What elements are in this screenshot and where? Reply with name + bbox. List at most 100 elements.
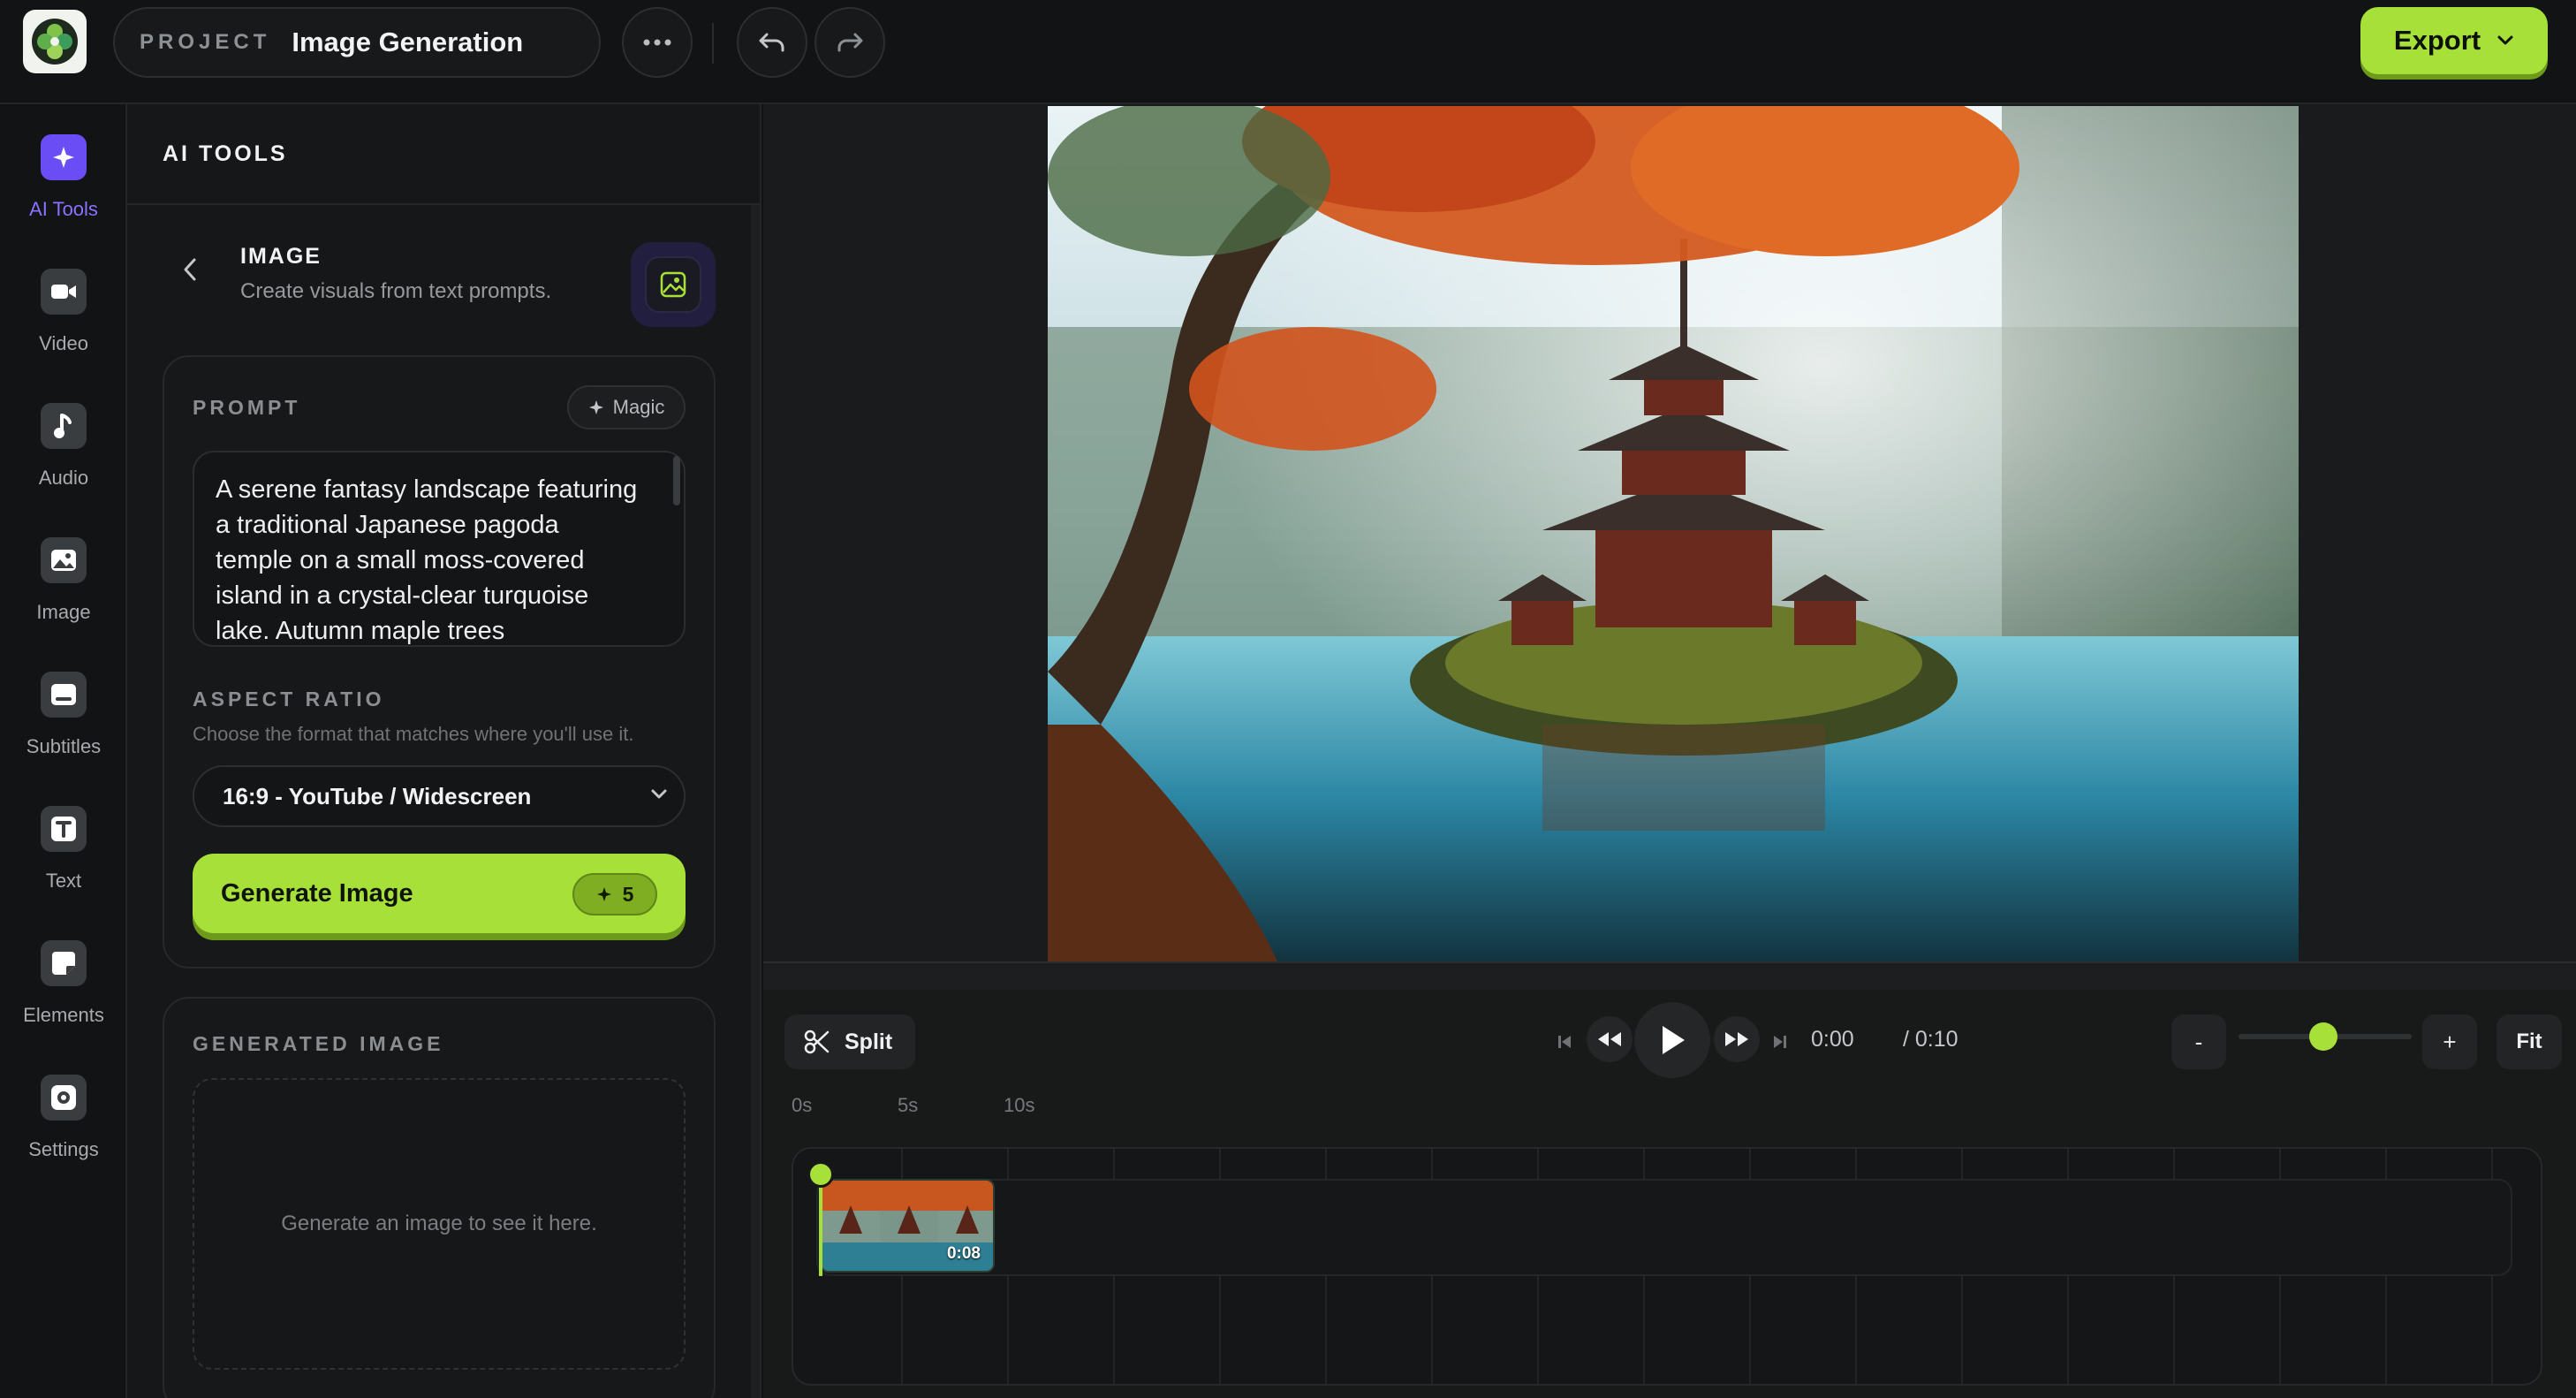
undo-icon — [759, 33, 784, 52]
fit-button[interactable]: Fit — [2496, 1014, 2562, 1069]
generated-image-label: GENERATED IMAGE — [193, 1032, 444, 1055]
aspect-ratio-hint: Choose the format that matches where you… — [193, 723, 634, 745]
skip-to-start-button[interactable] — [1555, 1030, 1574, 1053]
aspect-ratio-select[interactable]: 16:9 - YouTube / Widescreen — [193, 765, 686, 827]
video-clip[interactable]: 0:08 — [820, 1179, 995, 1273]
nav-label: Audio — [38, 467, 89, 489]
project-name: Image Generation — [292, 27, 524, 57]
undo-button[interactable] — [737, 7, 807, 78]
ruler-label: 0s — [792, 1094, 813, 1116]
nav-item-audio[interactable]: Audio — [0, 403, 127, 509]
more-horizontal-icon — [643, 39, 671, 46]
zoom-out-label: - — [2194, 1028, 2203, 1055]
nav-item-ai-tools[interactable]: AI Tools — [0, 134, 127, 240]
nav-label: Settings — [28, 1138, 99, 1160]
redo-button[interactable] — [814, 7, 885, 78]
panel-divider — [127, 203, 760, 205]
prompt-scrollbar[interactable] — [673, 456, 680, 505]
clip-duration: 0:08 — [946, 1244, 981, 1263]
generated-image-placeholder: Generate an image to see it here. — [193, 1078, 686, 1370]
export-button[interactable]: Export — [2360, 7, 2548, 74]
tool-subtitle: Create visuals from text prompts. — [240, 279, 552, 303]
fit-label: Fit — [2516, 1030, 2542, 1053]
nav-label: Text — [45, 870, 82, 892]
clover-logo-icon — [32, 19, 78, 65]
skip-end-icon — [1774, 1036, 1786, 1048]
subtitles-icon — [41, 672, 87, 718]
project-title-field[interactable]: PROJECT Image Generation — [113, 7, 601, 78]
credit-cost-badge: 5 — [572, 873, 657, 916]
panel-scrollbar[interactable] — [751, 205, 760, 1398]
preview-canvas[interactable] — [1048, 106, 2299, 961]
prompt-text: A serene fantasy landscape featuring a t… — [216, 475, 638, 645]
chevron-down-icon — [2497, 35, 2513, 45]
split-label: Split — [845, 1029, 893, 1054]
ruler-label: 10s — [1004, 1094, 1035, 1116]
aspect-ratio-value: 16:9 - YouTube / Widescreen — [223, 782, 532, 809]
generate-image-button[interactable]: Generate Image 5 — [193, 854, 686, 933]
generate-label: Generate Image — [221, 878, 413, 908]
nav-label: Video — [39, 332, 88, 354]
aspect-ratio-label: ASPECT RATIO — [193, 688, 385, 710]
app-logo[interactable] — [23, 10, 87, 73]
sparkle-icon — [596, 887, 611, 901]
nav-label: Subtitles — [26, 735, 102, 757]
tool-title: IMAGE — [240, 244, 322, 269]
magic-button[interactable]: Magic — [567, 385, 686, 429]
playhead[interactable] — [819, 1175, 822, 1276]
nav-label: AI Tools — [29, 198, 98, 220]
text-icon — [41, 806, 87, 852]
fast-forward-icon — [1725, 1032, 1748, 1046]
music-note-icon — [41, 403, 87, 449]
image-icon — [41, 537, 87, 583]
magic-label: Magic — [612, 396, 665, 418]
total-time: / 0:10 — [1903, 1027, 1959, 1052]
play-icon — [1663, 1026, 1685, 1054]
video-icon — [41, 269, 87, 315]
prompt-label: PROMPT — [193, 396, 301, 419]
current-time: 0:00 — [1811, 1027, 1854, 1052]
video-track[interactable] — [816, 1179, 2512, 1276]
sparkle-icon — [588, 400, 603, 414]
zoom-slider-thumb[interactable] — [2309, 1022, 2337, 1051]
more-options-button[interactable] — [622, 7, 693, 78]
back-button[interactable] — [180, 256, 200, 287]
image-icon — [660, 271, 686, 298]
ruler-label: 5s — [898, 1094, 919, 1116]
sparkle-icon — [41, 134, 87, 180]
elements-icon — [41, 940, 87, 986]
toolbar-divider — [712, 23, 714, 64]
export-label: Export — [2393, 25, 2481, 56]
zoom-in-button[interactable]: + — [2422, 1014, 2477, 1069]
nav-item-video[interactable]: Video — [0, 269, 127, 375]
prompt-textarea[interactable]: A serene fantasy landscape featuring a t… — [193, 451, 686, 647]
zoom-in-label: + — [2443, 1028, 2457, 1055]
placeholder-text: Generate an image to see it here. — [281, 1212, 597, 1235]
tool-badge — [631, 242, 716, 327]
nav-item-text[interactable]: Text — [0, 806, 127, 912]
skip-to-end-button[interactable] — [1770, 1030, 1790, 1053]
pagoda-landscape-image — [1048, 106, 2299, 961]
playhead-handle[interactable] — [807, 1161, 834, 1188]
split-button[interactable]: Split — [784, 1014, 915, 1069]
rewind-icon — [1598, 1032, 1621, 1046]
zoom-out-button[interactable]: - — [2171, 1014, 2226, 1069]
nav-item-subtitles[interactable]: Subtitles — [0, 672, 127, 778]
project-label: PROJECT — [140, 30, 271, 54]
rewind-button[interactable] — [1587, 1016, 1633, 1062]
scissors-icon — [804, 1030, 830, 1054]
skip-start-icon — [1558, 1036, 1571, 1048]
play-button[interactable] — [1634, 1002, 1710, 1078]
nav-label: Elements — [23, 1004, 104, 1026]
redo-icon — [837, 33, 863, 52]
panel-title: AI TOOLS — [163, 141, 288, 166]
preview-footer — [763, 961, 2576, 990]
gear-icon — [41, 1075, 87, 1121]
nav-item-elements[interactable]: Elements — [0, 940, 127, 1046]
chevron-down-icon — [651, 789, 667, 799]
nav-label: Image — [36, 601, 91, 623]
nav-item-image[interactable]: Image — [0, 537, 127, 643]
fast-forward-button[interactable] — [1714, 1016, 1760, 1062]
credit-cost: 5 — [622, 882, 634, 906]
nav-item-settings[interactable]: Settings — [0, 1075, 127, 1181]
